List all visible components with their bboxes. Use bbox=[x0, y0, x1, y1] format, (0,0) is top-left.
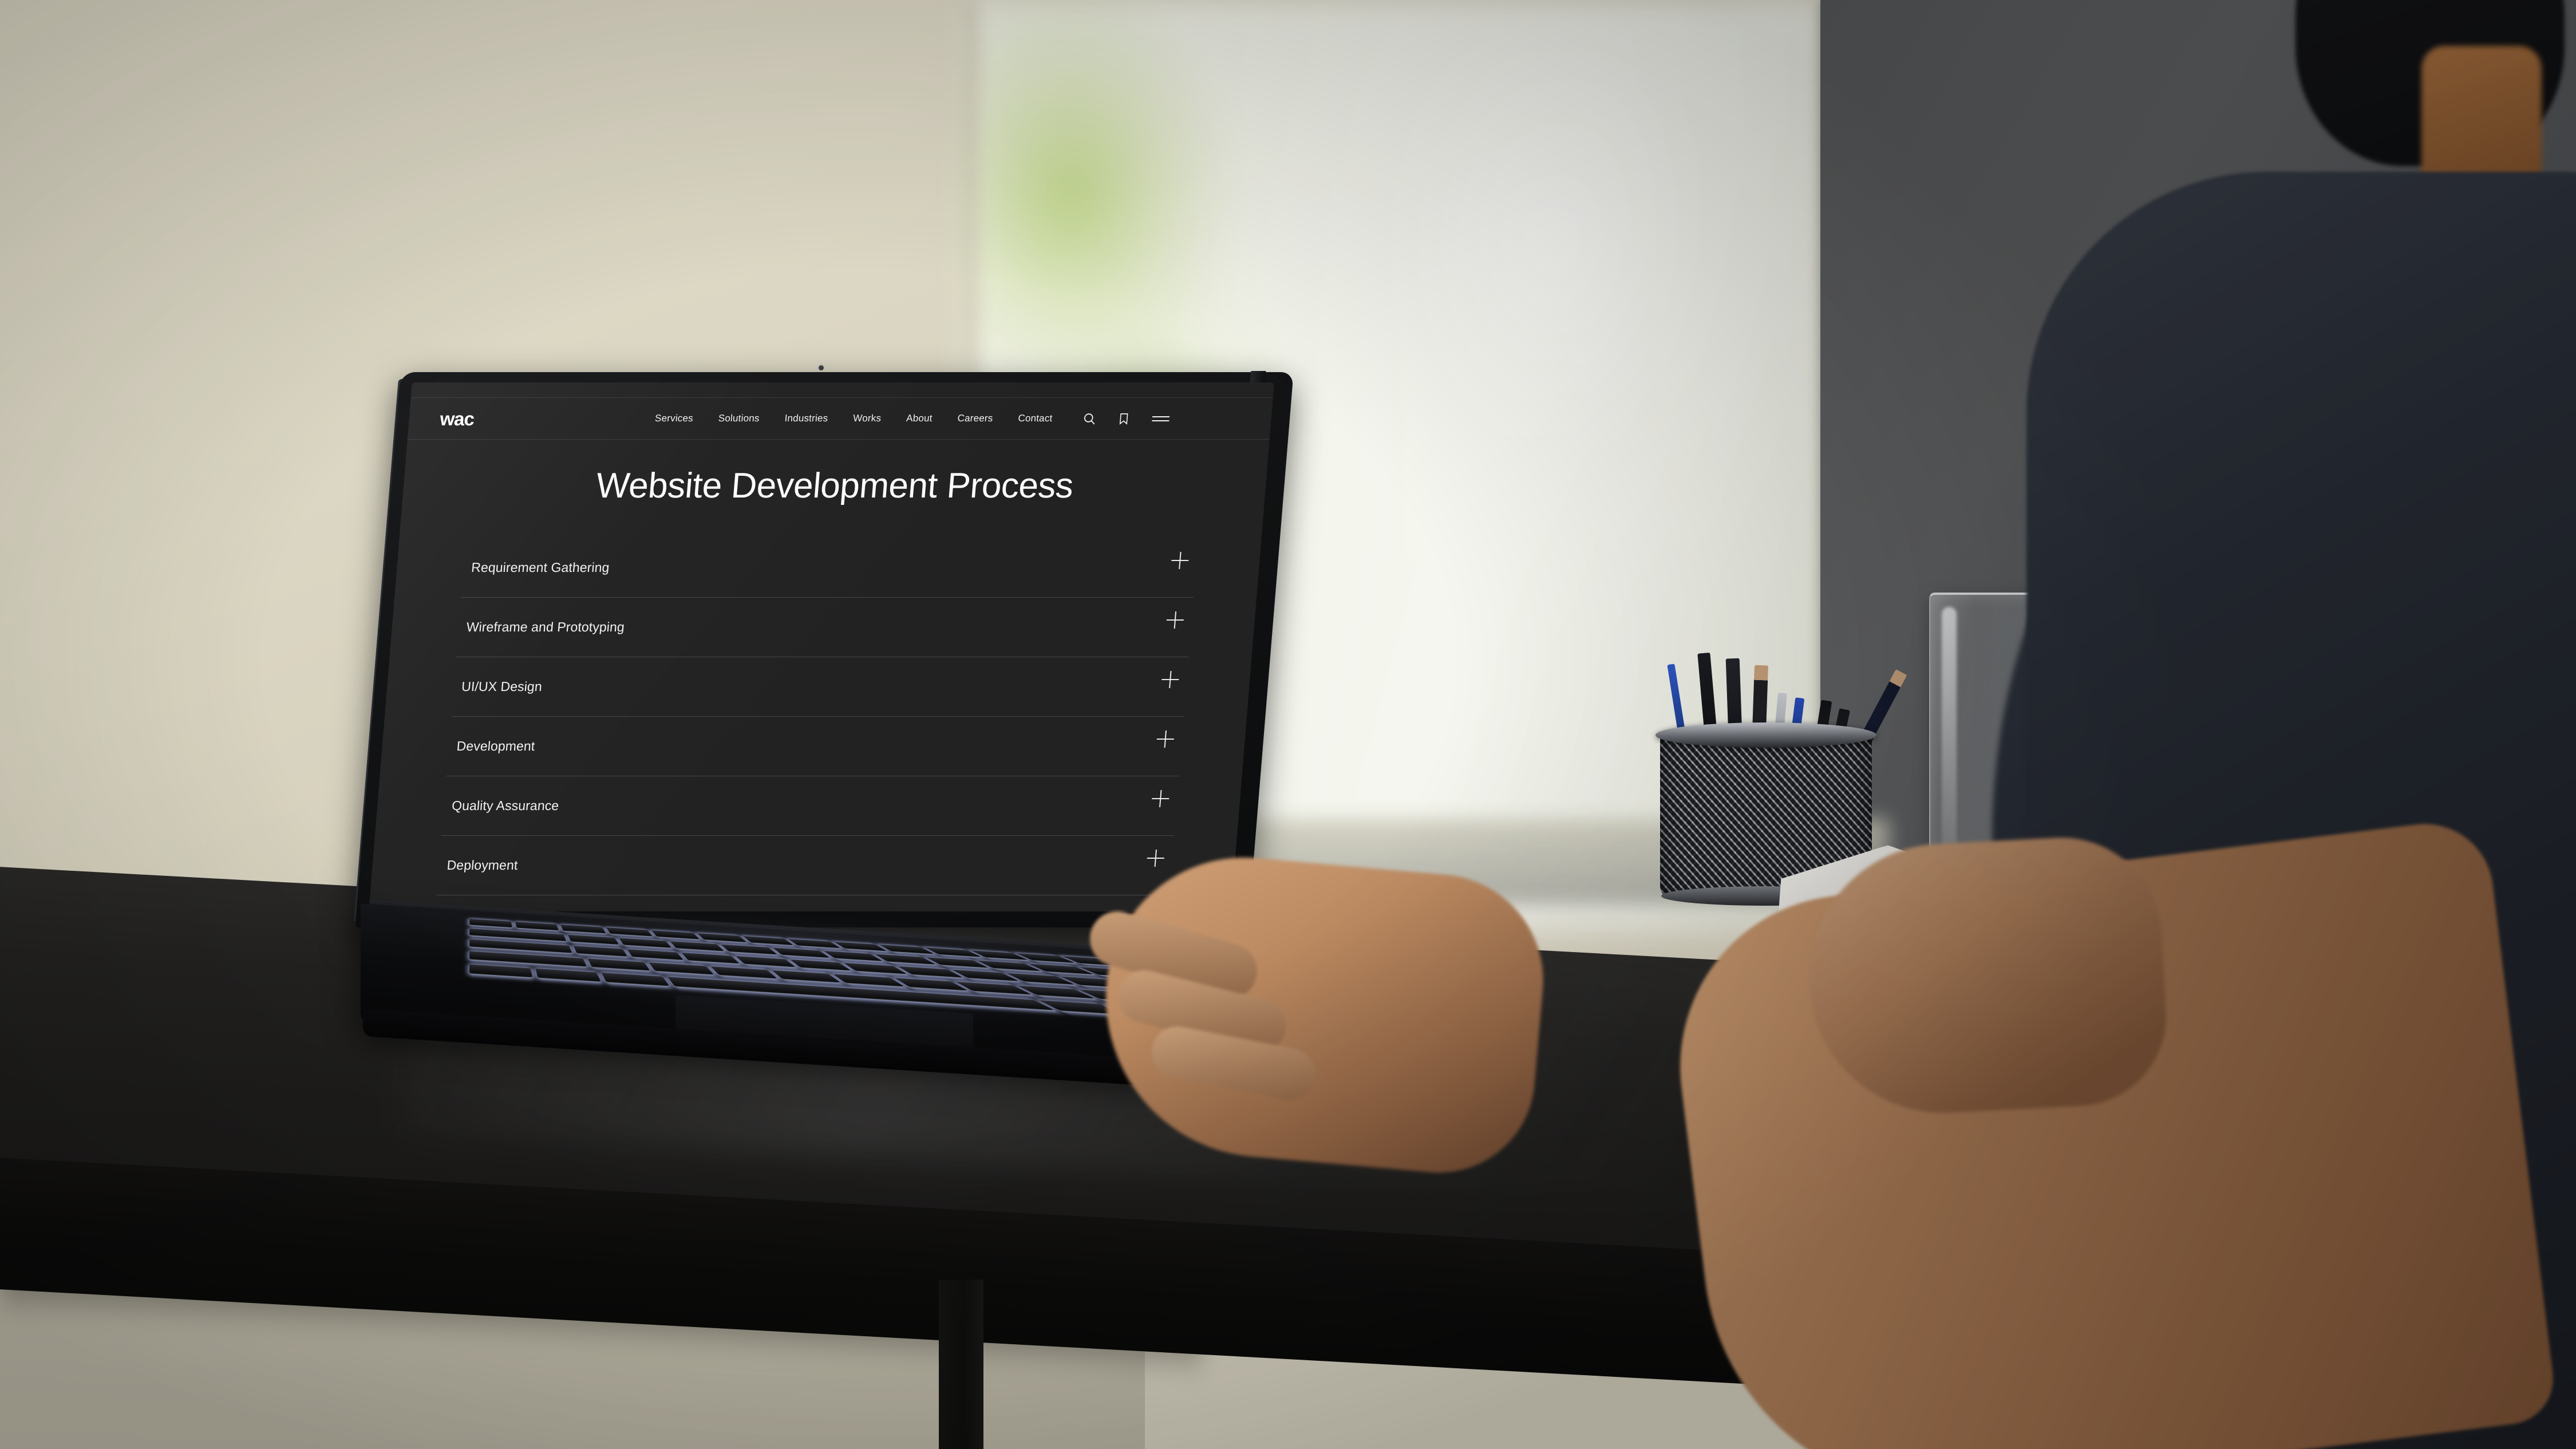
nav-link-about[interactable]: About bbox=[906, 413, 933, 424]
plus-icon[interactable] bbox=[1161, 671, 1179, 688]
nav-link-services[interactable]: Services bbox=[654, 413, 693, 424]
desk-leg bbox=[939, 1280, 983, 1449]
nav-link-careers[interactable]: Careers bbox=[957, 413, 993, 424]
plus-icon[interactable] bbox=[1147, 850, 1165, 867]
nav-link-contact[interactable]: Contact bbox=[1018, 413, 1053, 424]
hero-section: Website Development Process bbox=[402, 466, 1267, 506]
main-navigation: Services Solutions Industries Works Abou… bbox=[654, 413, 1053, 424]
nav-link-solutions[interactable]: Solutions bbox=[718, 413, 760, 424]
accordion-label: Development bbox=[456, 739, 536, 753]
accordion-label: Quality Assurance bbox=[451, 798, 560, 813]
accordion-item-development[interactable]: Development bbox=[446, 717, 1184, 776]
accordion-label: Deployment bbox=[446, 858, 519, 872]
nav-link-industries[interactable]: Industries bbox=[784, 413, 828, 424]
photo-scene: wac Services Solutions Industries Works … bbox=[0, 0, 2576, 1449]
process-accordion: Requirement Gathering Wireframe and Prot… bbox=[436, 538, 1199, 895]
accordion-label: UI/UX Design bbox=[461, 679, 543, 694]
site-header: wac Services Solutions Industries Works … bbox=[407, 397, 1273, 440]
plus-icon[interactable] bbox=[1151, 790, 1170, 807]
search-icon[interactable] bbox=[1081, 412, 1097, 426]
accordion-label: Wireframe and Prototyping bbox=[465, 619, 626, 634]
glass-highlight bbox=[1942, 607, 1957, 859]
accordion-item-wireframe-and-prototyping[interactable]: Wireframe and Prototyping bbox=[456, 598, 1194, 657]
site-logo[interactable]: wac bbox=[439, 408, 475, 429]
hamburger-menu-icon[interactable] bbox=[1151, 413, 1171, 424]
accordion-item-quality-assurance[interactable]: Quality Assurance bbox=[441, 776, 1179, 836]
right-hand bbox=[1802, 832, 2171, 1120]
plus-icon[interactable] bbox=[1166, 611, 1184, 629]
nav-link-works[interactable]: Works bbox=[853, 413, 882, 424]
website-page: wac Services Solutions Industries Works … bbox=[369, 382, 1274, 911]
accordion-item-ui-ux-design[interactable]: UI/UX Design bbox=[451, 657, 1189, 717]
accordion-item-deployment[interactable]: Deployment bbox=[436, 836, 1174, 895]
bookmark-icon[interactable] bbox=[1116, 412, 1131, 426]
page-title: Website Development Process bbox=[594, 466, 1075, 506]
accordion-label: Requirement Gathering bbox=[471, 560, 610, 575]
cup-rim bbox=[1656, 722, 1876, 748]
plus-icon[interactable] bbox=[1171, 552, 1189, 569]
laptop-screen: wac Services Solutions Industries Works … bbox=[369, 382, 1274, 911]
plus-icon[interactable] bbox=[1156, 731, 1175, 748]
webcam-icon bbox=[819, 365, 824, 370]
header-icons bbox=[1081, 412, 1171, 426]
accordion-item-requirement-gathering[interactable]: Requirement Gathering bbox=[461, 538, 1199, 598]
